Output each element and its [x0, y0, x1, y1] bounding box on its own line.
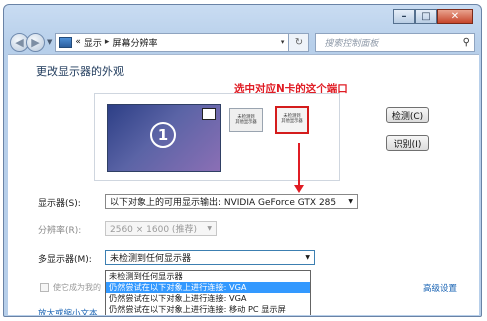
- maximize-icon: □: [421, 10, 431, 22]
- search-icon[interactable]: ⚲: [463, 37, 470, 48]
- main-content: 更改显示器的外观 选中对应N卡的这个端口 1 未检测到 其他显示器 未检测到 其…: [8, 54, 479, 315]
- monitor-1[interactable]: 1: [107, 104, 221, 172]
- multi-display-label: 多显示器(M):: [38, 255, 92, 265]
- monitor-number: 1: [150, 122, 176, 148]
- mini-left-line2: 其他显示器: [235, 120, 257, 125]
- primary-display-checkbox[interactable]: [40, 283, 49, 292]
- page-title: 更改显示器的外观: [36, 65, 124, 78]
- resolution-value: 2560 × 1600 (推荐): [110, 225, 197, 235]
- chevron-down-icon: ▼: [348, 198, 353, 205]
- forward-button[interactable]: ▶: [26, 32, 45, 52]
- breadcrumb-screen-resolution[interactable]: 屏幕分辨率: [112, 36, 157, 49]
- display-select[interactable]: 以下对象上的可用显示输出: NVIDIA GeForce GTX 285 ▼: [105, 194, 358, 209]
- address-bar[interactable]: « 显示 ▸ 屏幕分辨率 ▾: [55, 32, 290, 52]
- detect-button[interactable]: 检测(C): [386, 107, 429, 123]
- window-thumbnail-icon: [202, 108, 216, 120]
- minimize-button[interactable]: –: [393, 9, 415, 24]
- identify-button[interactable]: 识别(I): [386, 135, 429, 151]
- display-label: 显示器(S):: [38, 199, 81, 209]
- recent-pages-icon[interactable]: ▼: [47, 38, 52, 46]
- dropdown-option-highlighted[interactable]: 仍然尝试在以下对象上进行连接: VGA: [106, 282, 310, 293]
- annotation-arrow-line: [298, 143, 300, 187]
- window-controls: – □ ✕: [393, 9, 473, 24]
- control-panel-icon: [59, 36, 73, 48]
- multi-display-dropdown-list: 未检测到任何显示器 仍然尝试在以下对象上进行连接: VGA 仍然尝试在以下对象上…: [105, 270, 311, 315]
- mini-right-line2: 其他显示器: [281, 119, 303, 124]
- monitor-undetected-left[interactable]: 未检测到 其他显示器: [229, 108, 263, 132]
- address-prefix[interactable]: «: [75, 37, 81, 47]
- resolution-label: 分辨率(R):: [38, 226, 82, 236]
- forward-arrow-icon: ▶: [31, 35, 40, 49]
- chevron-down-icon: ▼: [305, 254, 310, 261]
- dropdown-option[interactable]: 仍然尝试在以下对象上进行连接: 移动 PC 显示屏: [106, 304, 310, 315]
- refresh-button[interactable]: ↻: [289, 32, 310, 52]
- search-placeholder: 搜索控制面板: [324, 38, 379, 49]
- breadcrumb-separator-icon[interactable]: ▸: [105, 37, 110, 47]
- display-value: 以下对象上的可用显示输出: NVIDIA GeForce GTX 285: [110, 198, 337, 208]
- navigation-bar: ◀ ▶ ▼ « 显示 ▸ 屏幕分辨率 ▾ ↻ 搜索控制面板 ⚲: [10, 30, 475, 54]
- search-input[interactable]: 搜索控制面板 ⚲: [315, 32, 475, 52]
- breadcrumb-display[interactable]: 显示: [84, 36, 102, 49]
- multi-display-value: 未检测到任何显示器: [110, 254, 192, 264]
- address-dropdown-icon[interactable]: ▾: [281, 38, 285, 46]
- zoom-text-link[interactable]: 放大或缩小文本: [38, 307, 98, 315]
- monitor-undetected-selected[interactable]: 未检测到 其他显示器: [275, 106, 309, 134]
- maximize-button[interactable]: □: [415, 9, 437, 24]
- back-arrow-icon: ◀: [15, 35, 24, 49]
- dropdown-option[interactable]: 仍然尝试在以下对象上进行连接: VGA: [106, 293, 310, 304]
- close-icon: ✕: [450, 10, 460, 22]
- minimize-icon: –: [401, 10, 407, 22]
- resolution-select[interactable]: 2560 × 1600 (推荐) ▼: [105, 221, 217, 236]
- dropdown-option[interactable]: 未检测到任何显示器: [106, 271, 310, 282]
- primary-display-label: 使它成为我的: [53, 283, 101, 292]
- close-button[interactable]: ✕: [437, 9, 473, 24]
- multi-display-select[interactable]: 未检测到任何显示器 ▼: [105, 250, 315, 265]
- advanced-settings-link[interactable]: 高级设置: [423, 282, 457, 294]
- monitor-arrangement-area: 1 未检测到 其他显示器 未检测到 其他显示器: [94, 93, 340, 181]
- chevron-down-icon: ▼: [207, 225, 212, 232]
- refresh-icon: ↻: [294, 36, 304, 48]
- annotation-arrow-icon: [294, 185, 304, 193]
